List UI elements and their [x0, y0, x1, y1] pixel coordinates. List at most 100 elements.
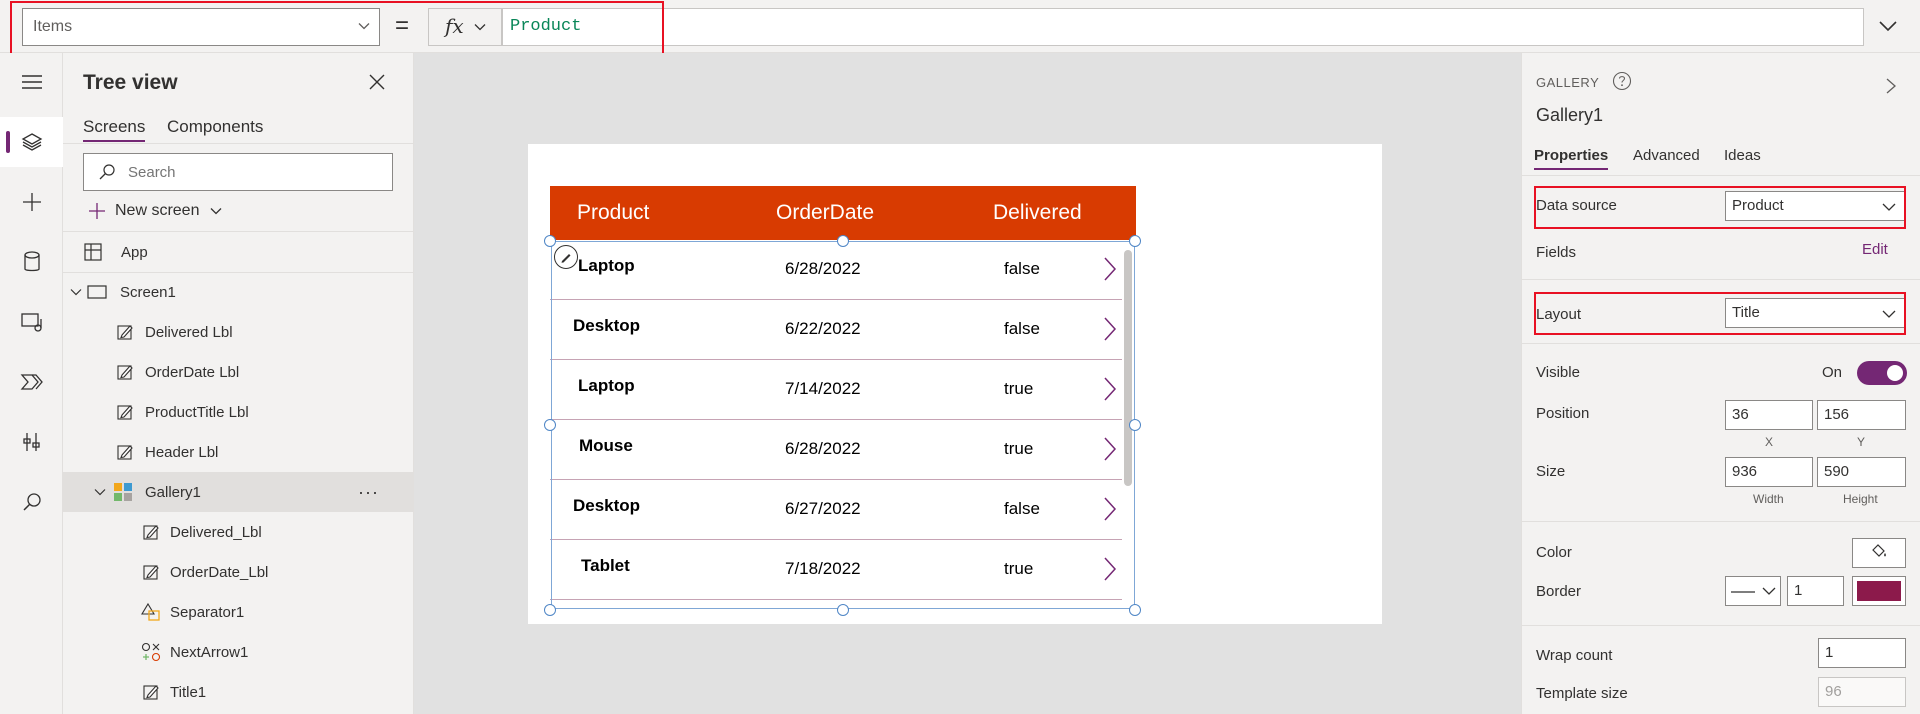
next-arrow-icon[interactable] — [1102, 376, 1118, 407]
resize-handle[interactable] — [544, 419, 556, 431]
resize-handle[interactable] — [837, 235, 849, 247]
resize-handle[interactable] — [1129, 419, 1141, 431]
new-screen-button[interactable]: New screen — [87, 199, 223, 223]
visible-toggle[interactable] — [1857, 361, 1907, 385]
tree-node-gallery1[interactable]: Gallery1 ··· — [63, 472, 414, 512]
resize-handle[interactable] — [1129, 235, 1141, 247]
tab-advanced[interactable]: Advanced — [1633, 147, 1700, 164]
border-style-dropdown[interactable] — [1725, 576, 1781, 606]
template-size-label: Template size — [1536, 685, 1628, 702]
hamburger-menu-icon[interactable] — [0, 57, 63, 107]
row-delivered: true — [1004, 559, 1034, 578]
height-input[interactable]: 590 — [1817, 457, 1906, 487]
tree-node-label: OrderDate_Lbl — [170, 563, 269, 581]
tree-node-screen1[interactable]: Screen1 — [63, 272, 414, 312]
position-label: Position — [1536, 405, 1590, 422]
search-icon — [98, 163, 116, 186]
tree-search-box[interactable] — [83, 153, 393, 191]
resize-handle[interactable] — [544, 235, 556, 247]
tree-node-title1[interactable]: Title1 — [63, 672, 414, 712]
position-x-input[interactable]: 36 — [1725, 400, 1813, 430]
border-color-picker[interactable] — [1852, 576, 1906, 606]
position-y-input[interactable]: 156 — [1817, 400, 1906, 430]
tree-search-input[interactable] — [128, 162, 378, 182]
row-delivered: false — [1004, 259, 1040, 278]
tab-screens[interactable]: Screens — [83, 117, 146, 142]
resize-handle[interactable] — [544, 604, 556, 616]
tree-node-delivered-lbl[interactable]: Delivered Lbl — [63, 312, 414, 352]
tab-ideas[interactable]: Ideas — [1724, 147, 1761, 164]
tree-node-producttitle-lbl[interactable]: ProductTitle Lbl — [63, 392, 414, 432]
control-name[interactable]: Gallery1 — [1536, 105, 1603, 126]
tree-node-label: App — [121, 243, 148, 261]
screen-icon — [87, 282, 107, 302]
tree-node-orderdate-lbl-child[interactable]: OrderDate_Lbl — [63, 552, 414, 592]
next-arrow-icon[interactable] — [1102, 316, 1118, 347]
tree-node-app[interactable]: App — [63, 232, 414, 272]
new-screen-label: New screen — [115, 202, 200, 219]
next-arrow-icon[interactable] — [1102, 256, 1118, 287]
row-title: Laptop — [578, 376, 635, 395]
chevron-down-icon[interactable] — [93, 485, 107, 499]
tree-node-separator1[interactable]: Separator1 — [63, 592, 414, 632]
label-icon — [141, 562, 161, 582]
gallery1[interactable]: Laptop 6/28/2022 false Desktop 6/22/2022… — [550, 240, 1136, 610]
color-picker-button[interactable] — [1852, 538, 1906, 568]
template-size-input[interactable]: 96 — [1818, 677, 1906, 707]
border-width-input[interactable]: 1 — [1787, 576, 1844, 606]
next-arrow-icon[interactable] — [1102, 436, 1118, 467]
resize-handle[interactable] — [837, 604, 849, 616]
help-icon[interactable] — [1612, 71, 1632, 96]
gallery-row[interactable]: Tablet 7/18/2022 true — [550, 540, 1122, 600]
control-type: GALLERY — [1536, 75, 1600, 90]
tab-properties[interactable]: Properties — [1534, 147, 1609, 170]
chevron-down-icon[interactable] — [69, 285, 83, 299]
tree-view-icon[interactable] — [0, 117, 63, 167]
next-arrow-icon[interactable] — [1102, 496, 1118, 527]
highlight-box-data-source — [1534, 186, 1906, 229]
row-date: 7/14/2022 — [785, 379, 861, 398]
gallery-scrollbar[interactable] — [1124, 250, 1132, 486]
gallery-row[interactable]: Mouse 6/28/2022 true — [550, 420, 1122, 480]
header-delivered: Delivered — [993, 201, 1082, 224]
width-input[interactable]: 936 — [1725, 457, 1813, 487]
row-date: 6/27/2022 — [785, 499, 861, 518]
tree-node-delivered-lbl-child[interactable]: Delivered_Lbl — [63, 512, 414, 552]
gallery-row[interactable]: Desktop 6/22/2022 false — [550, 300, 1122, 360]
power-automate-icon[interactable] — [0, 357, 63, 407]
media-icon[interactable] — [0, 297, 63, 347]
tree-node-label: Delivered Lbl — [145, 323, 233, 341]
visible-state: On — [1822, 364, 1843, 381]
tools-icon[interactable] — [0, 417, 63, 467]
row-title: Desktop — [573, 316, 641, 335]
gallery-row[interactable]: Laptop 7/14/2022 true — [550, 360, 1122, 420]
gallery-header[interactable]: Product OrderDate Delivered — [550, 186, 1136, 240]
gallery-row[interactable]: Desktop 6/27/2022 false — [550, 480, 1122, 540]
chevron-right-icon[interactable] — [1884, 77, 1898, 100]
expand-formula-bar-icon[interactable] — [1876, 14, 1900, 43]
edit-gallery-template-icon[interactable] — [554, 245, 578, 269]
label-icon — [115, 322, 135, 342]
insert-icon[interactable] — [0, 177, 63, 227]
gallery-row[interactable]: Laptop 6/28/2022 false — [550, 240, 1122, 300]
wrap-count-input[interactable]: 1 — [1818, 638, 1906, 668]
row-delivered: false — [1004, 499, 1040, 518]
search-icon[interactable] — [0, 477, 63, 527]
more-options-button[interactable]: ··· — [358, 482, 379, 503]
tab-components[interactable]: Components — [167, 117, 263, 137]
close-icon[interactable] — [368, 73, 386, 96]
formula-input[interactable]: Product — [502, 8, 1864, 46]
tree-node-header-lbl[interactable]: Header Lbl — [63, 432, 414, 472]
header-orderdate: OrderDate — [776, 201, 875, 224]
tree-node-label: Gallery1 — [145, 483, 201, 501]
fields-edit-link[interactable]: Edit — [1862, 241, 1888, 258]
tree-view-panel: Tree view Screens Components New screen … — [63, 53, 414, 714]
next-arrow-icon[interactable] — [1102, 556, 1118, 587]
paint-bucket-icon — [1870, 542, 1888, 565]
data-icon[interactable] — [0, 237, 63, 287]
tree-node-orderdate-lbl[interactable]: OrderDate Lbl — [63, 352, 414, 392]
resize-handle[interactable] — [1129, 604, 1141, 616]
tree-node-nextarrow1[interactable]: NextArrow1 — [63, 632, 414, 672]
divider — [1522, 175, 1920, 176]
row-delivered: true — [1004, 439, 1034, 458]
